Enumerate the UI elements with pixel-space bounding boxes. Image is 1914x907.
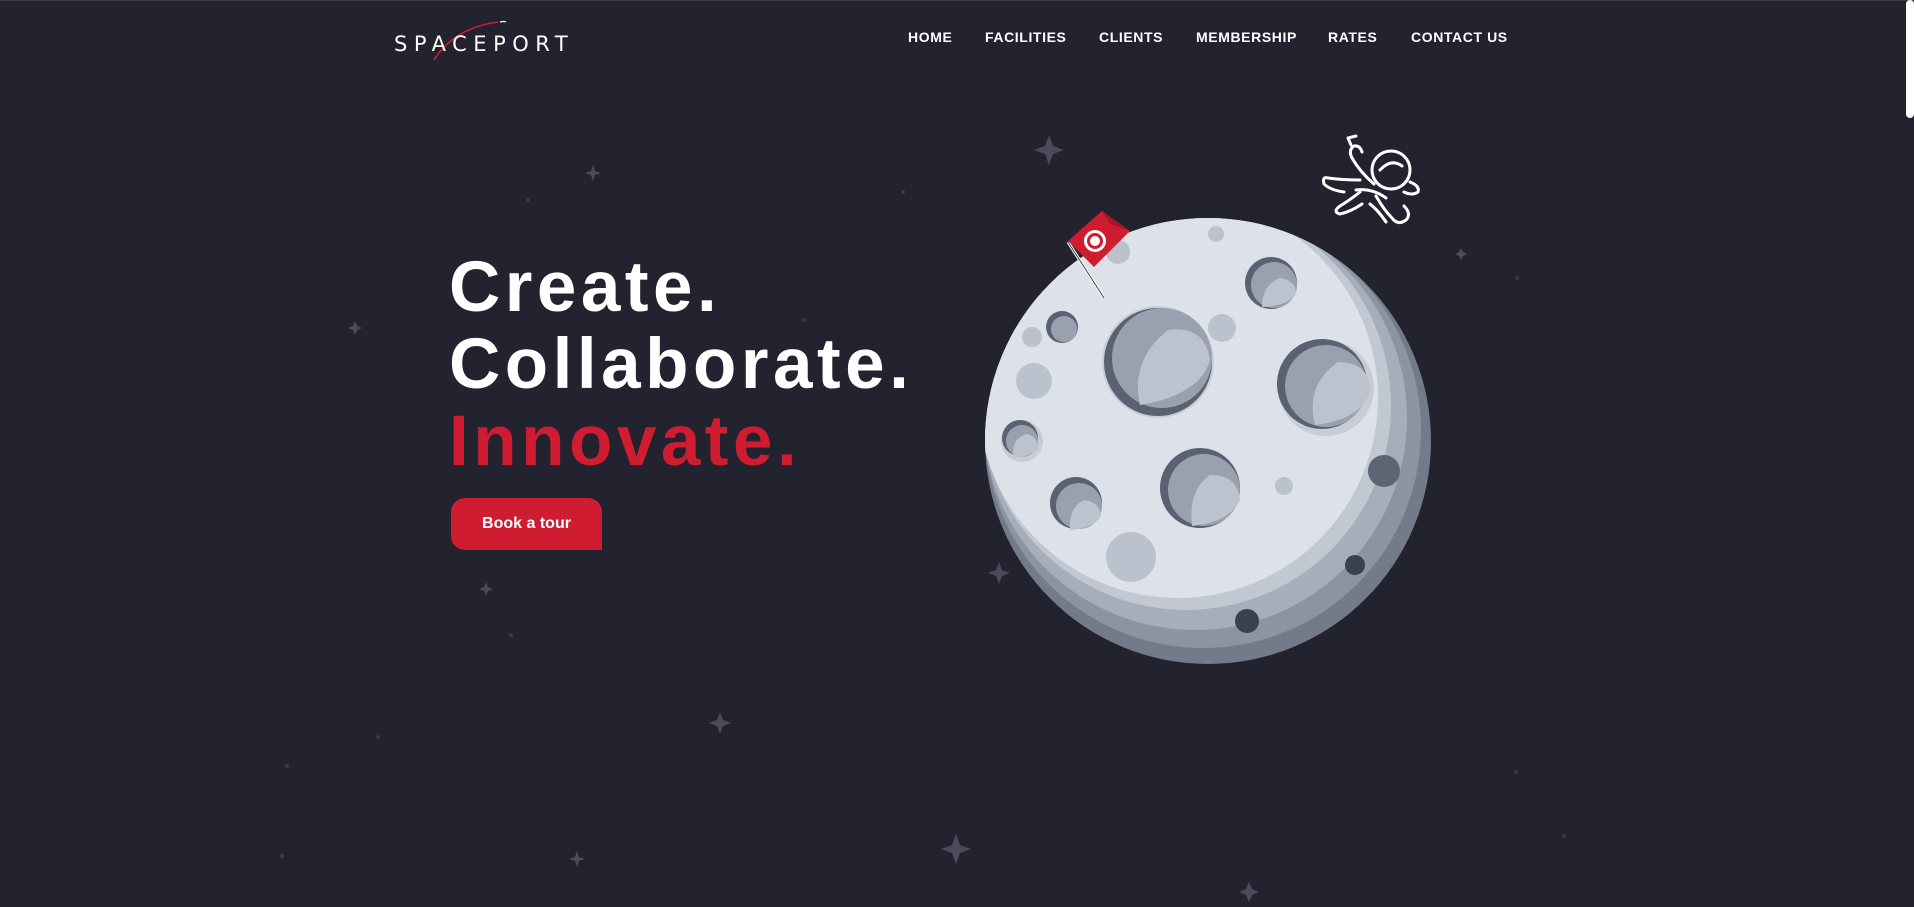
book-a-tour-button[interactable]: Book a tour [451, 498, 602, 550]
hero-line-innovate: Innovate. [449, 402, 802, 481]
star-icon [348, 321, 362, 335]
hero-line-collaborate: Collaborate. [449, 325, 914, 404]
landing-page: SPACEPORT HOME FACILITIES CLIENTS MEMBER… [0, 0, 1914, 907]
scrollbar-thumb[interactable] [1906, 0, 1914, 118]
star-icon [569, 851, 585, 867]
star-icon [1455, 248, 1467, 260]
star-icon [1239, 882, 1259, 902]
star-icon [709, 712, 731, 734]
star-icon [1034, 135, 1064, 165]
hero-line-create: Create. [449, 248, 722, 327]
astronaut-icon [1322, 134, 1420, 225]
star-icon [585, 165, 601, 181]
moon-icon [985, 218, 1431, 664]
hero-illustration [280, 134, 1566, 902]
star-icon [479, 582, 493, 596]
star-icon [941, 834, 971, 864]
star-icon [988, 562, 1010, 584]
